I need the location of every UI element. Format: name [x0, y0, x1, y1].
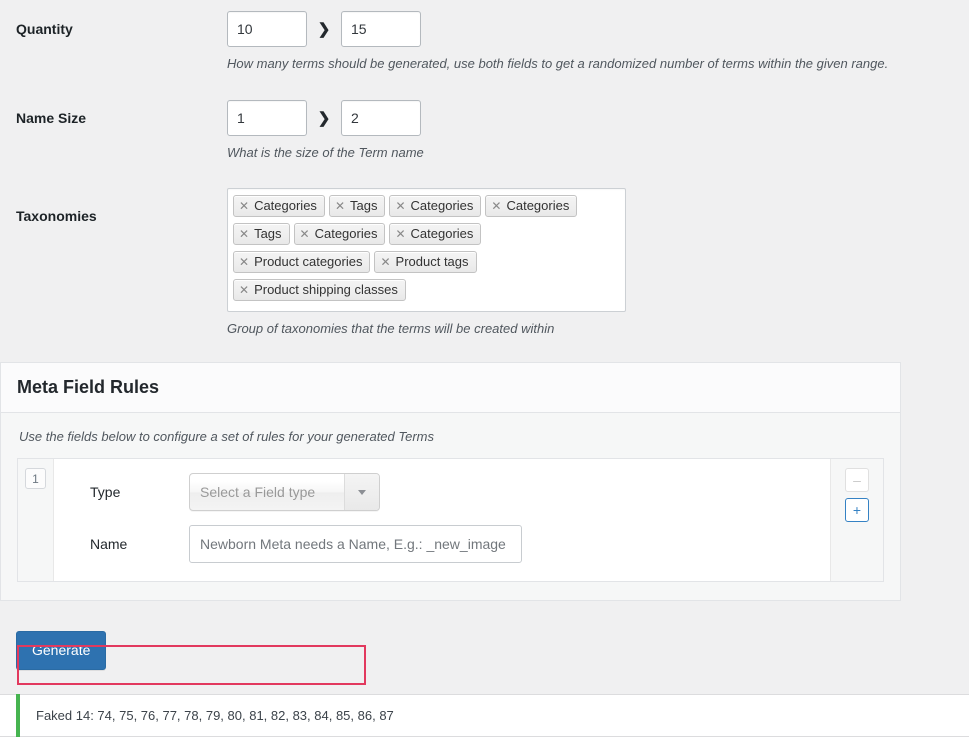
- taxonomy-chip-label: Categories: [254, 198, 317, 213]
- field-type-select[interactable]: Select a Field type: [189, 473, 380, 512]
- meta-name-input[interactable]: [189, 525, 522, 564]
- name-size-field: ❯ What is the size of the Term name: [227, 99, 969, 163]
- remove-rule-button[interactable]: –: [845, 468, 869, 493]
- quantity-field: ❯ How many terms should be generated, us…: [227, 11, 969, 74]
- add-rule-button[interactable]: +: [845, 498, 869, 523]
- chip-remove-icon[interactable]: ✕: [395, 228, 405, 240]
- taxonomy-chip-label: Categories: [410, 198, 474, 213]
- rule-name-label: Name: [90, 536, 128, 553]
- taxonomies-field: ✕ Categories ✕ Tags ✕ Categories ✕ Categories ✕ T…: [227, 188, 969, 339]
- taxonomy-chip[interactable]: ✕ Product categories: [233, 251, 371, 273]
- chip-remove-icon[interactable]: ✕: [395, 200, 405, 212]
- taxonomy-chip[interactable]: ✕ Categories: [293, 223, 386, 245]
- meta-field-rules-body: Use the fields below to configure a set …: [1, 413, 900, 601]
- interval-separator-icon: ❯: [309, 11, 339, 47]
- taxonomies-multiselect[interactable]: ✕ Categories ✕ Tags ✕ Categories ✕ Categories ✕ T…: [227, 188, 626, 312]
- rule-actions: – +: [830, 459, 883, 582]
- taxonomy-chip-label: Categories: [314, 226, 378, 241]
- chip-remove-icon[interactable]: ✕: [491, 200, 501, 212]
- terms-generator-form: Quantity ❯ How many terms should be gene…: [0, 0, 969, 339]
- taxonomy-chip-label: Product categories: [254, 254, 363, 269]
- field-type-select-value: Select a Field type: [200, 484, 316, 501]
- rule-index-badge: 1: [25, 468, 46, 490]
- taxonomy-chip[interactable]: ✕ Categories: [389, 223, 482, 245]
- taxonomy-chip[interactable]: ✕ Tags: [233, 223, 290, 245]
- interval-separator-icon: ❯: [309, 99, 339, 136]
- taxonomy-chip[interactable]: ✕ Tags: [328, 195, 386, 217]
- taxonomy-chip-label: Tags: [254, 226, 282, 241]
- name-size-max-input[interactable]: [341, 99, 421, 136]
- name-size-description: What is the size of the Term name: [227, 144, 424, 160]
- taxonomy-chip-label: Product shipping classes: [254, 282, 398, 297]
- field-row-name-size: Name Size ❯ What is the size of the Term…: [0, 99, 969, 163]
- rule-type-label: Type: [90, 484, 121, 501]
- taxonomy-chip-label: Categories: [410, 226, 474, 241]
- quantity-min-input[interactable]: [227, 11, 307, 47]
- quantity-interval: ❯: [227, 11, 969, 47]
- chip-remove-icon[interactable]: ✕: [239, 256, 249, 268]
- taxonomy-chip[interactable]: ✕ Categories: [389, 195, 482, 217]
- results-notice: Faked 14: 74, 75, 76, 77, 78, 79, 80, 81…: [0, 694, 969, 737]
- meta-field-rules-header: Meta Field Rules: [1, 362, 900, 414]
- rule-name-row: Name: [54, 525, 830, 564]
- chevron-down-icon: [344, 474, 379, 511]
- chip-remove-icon[interactable]: ✕: [380, 256, 390, 268]
- generate-button[interactable]: Generate: [16, 631, 107, 671]
- taxonomy-chip[interactable]: ✕ Categories: [485, 195, 578, 217]
- chip-remove-icon[interactable]: ✕: [300, 228, 310, 240]
- quantity-max-input[interactable]: [341, 11, 421, 47]
- meta-field-rules-card: Meta Field Rules Use the fields below to…: [0, 361, 901, 602]
- rule-gutter: 1: [18, 459, 54, 582]
- taxonomy-chip-label: Tags: [350, 198, 378, 213]
- field-row-quantity: Quantity ❯ How many terms should be gene…: [0, 11, 969, 74]
- taxonomy-chip[interactable]: ✕ Categories: [233, 195, 325, 217]
- results-message: Faked 14: 74, 75, 76, 77, 78, 79, 80, 81…: [36, 708, 394, 724]
- chip-remove-icon[interactable]: ✕: [335, 200, 345, 212]
- taxonomy-chip[interactable]: ✕ Product tags: [374, 251, 477, 273]
- taxonomies-description: Group of taxonomies that the terms will …: [227, 321, 555, 336]
- taxonomies-label: Taxonomies: [16, 208, 97, 224]
- name-size-interval: ❯: [227, 99, 969, 136]
- quantity-label: Quantity: [16, 21, 73, 37]
- taxonomy-chip-label: Categories: [506, 198, 570, 213]
- quantity-description: How many terms should be generated, use …: [227, 56, 889, 71]
- meta-field-rules-title: Meta Field Rules: [17, 376, 160, 397]
- meta-field-rules-description: Use the fields below to configure a set …: [19, 429, 435, 445]
- meta-rule-row: 1 Type Select a Field type Name – +: [17, 458, 884, 583]
- submit-area: Generate: [0, 631, 969, 671]
- rule-fields: Type Select a Field type Name: [54, 459, 830, 581]
- taxonomy-chip[interactable]: ✕ Product shipping classes: [233, 279, 406, 301]
- name-size-min-input[interactable]: [227, 99, 307, 136]
- chip-remove-icon[interactable]: ✕: [239, 228, 249, 240]
- results-notice-inner: Faked 14: 74, 75, 76, 77, 78, 79, 80, 81…: [16, 694, 394, 737]
- chip-remove-icon[interactable]: ✕: [239, 284, 249, 296]
- taxonomy-chip-label: Product tags: [395, 254, 469, 269]
- field-row-taxonomies: Taxonomies ✕ Categories ✕ Tags ✕ Categories ✕ C…: [0, 188, 969, 339]
- rule-type-row: Type Select a Field type: [54, 473, 830, 512]
- chip-remove-icon[interactable]: ✕: [239, 200, 249, 212]
- name-size-label: Name Size: [16, 109, 87, 126]
